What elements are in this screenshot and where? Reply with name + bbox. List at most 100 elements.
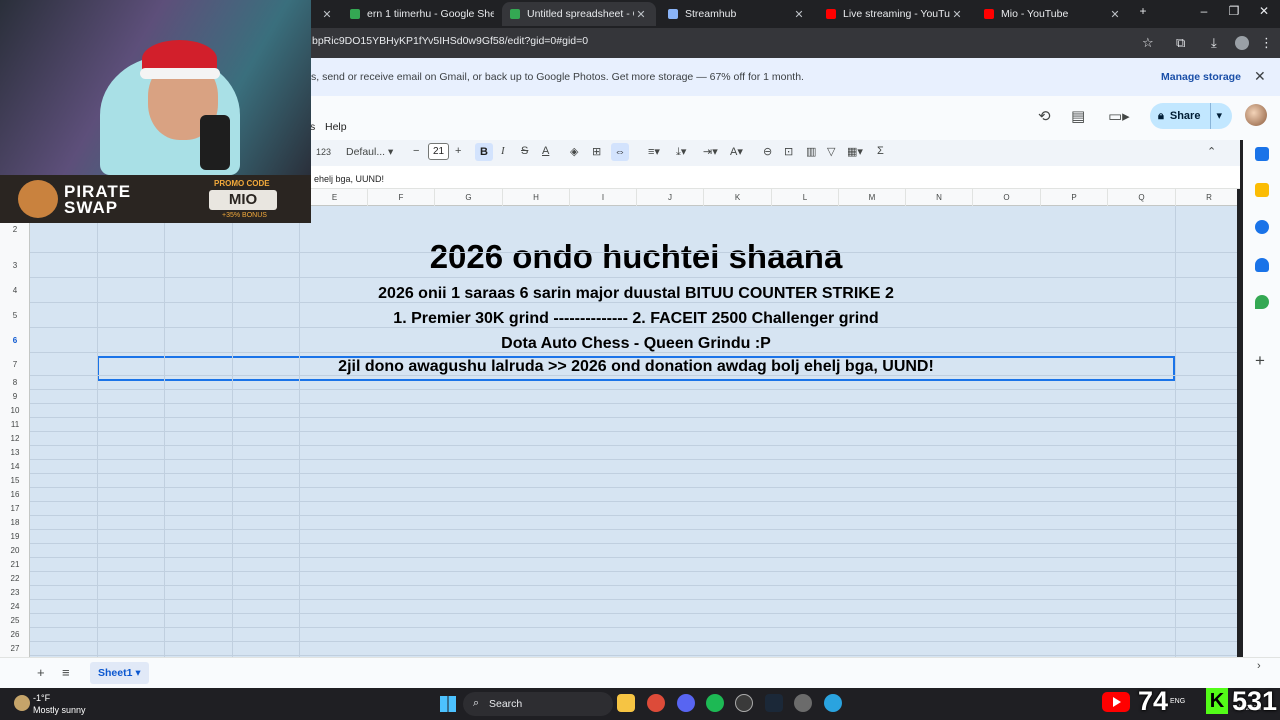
add-sheet-icon[interactable]: + [37,665,45,680]
row-header[interactable]: 25 [0,614,30,628]
minimize-icon[interactable]: – [1189,4,1219,18]
row-header[interactable]: 11 [0,418,30,432]
bold-button[interactable]: B [475,143,493,161]
increase-font-icon[interactable]: + [455,145,461,157]
link-icon[interactable]: ⊖ [763,145,772,158]
row-header[interactable]: 18 [0,516,30,530]
tab-partial[interactable]: ✕ [312,2,342,26]
close-icon[interactable]: ✕ [792,8,806,21]
close-icon[interactable]: ✕ [320,8,334,21]
row-header[interactable]: 22 [0,572,30,586]
steam-icon[interactable] [765,694,783,712]
merged-cell-line-3[interactable]: Dota Auto Chess - Queen Grindu :P [97,335,1175,353]
share-button[interactable]: 🔒︎ Share ▾ [1150,103,1232,129]
align-horizontal-icon[interactable]: ≡▾ [648,145,660,158]
row-header[interactable]: 10 [0,404,30,418]
taskbar-search[interactable]: Search [463,692,613,716]
column-header[interactable]: H [502,189,569,206]
meet-icon[interactable]: ▭▸ [1108,107,1130,125]
maximize-icon[interactable]: ❐ [1219,4,1249,18]
row-header[interactable]: 15 [0,474,30,488]
extensions-icon[interactable]: ⧉ [1176,35,1185,51]
new-tab-icon[interactable]: + [1128,4,1158,18]
discord-icon[interactable] [677,694,695,712]
column-header[interactable]: J [636,189,703,206]
text-color-icon[interactable]: A [542,145,549,157]
window-close-icon[interactable]: ✕ [1249,4,1279,18]
comment-icon[interactable]: ⊡ [784,145,793,158]
align-vertical-icon[interactable]: ⤓▾ [676,145,686,159]
column-header[interactable]: O [972,189,1040,206]
weather-widget[interactable]: -1°F Mostly sunny [33,692,86,716]
column-header[interactable]: G [434,189,502,206]
tab-untitled-spreadsheet[interactable]: Untitled spreadsheet - Google ✕ [502,2,656,26]
menu-item-help[interactable]: Help [325,121,347,133]
more-icon[interactable]: ⋮ [1260,35,1273,51]
column-header[interactable]: K [703,189,771,206]
row-header[interactable]: 27 [0,642,30,656]
merged-cell-line-2[interactable]: 1. Premier 30K grind -------------- 2. F… [97,310,1175,328]
profile-icon[interactable] [1235,36,1249,50]
row-header[interactable]: 26 [0,628,30,642]
chevron-up-icon[interactable]: ⌃ [1207,145,1216,158]
fill-color-icon[interactable]: ◈ [570,145,578,158]
row-header[interactable]: 20 [0,544,30,558]
add-addon-icon[interactable]: + [1255,351,1265,371]
font-select[interactable]: Defaul... ▾ [346,146,393,158]
column-header[interactable]: P [1040,189,1107,206]
chart-icon[interactable]: ▥ [806,145,816,158]
italic-button[interactable]: I [501,145,505,157]
row-header[interactable]: 16 [0,488,30,502]
all-sheets-icon[interactable]: ≡ [62,665,70,680]
row-header[interactable]: 4 [0,278,30,303]
row-header[interactable]: 7 [0,353,30,376]
tab-youtube-studio[interactable]: Live streaming - YouTube Studi ✕ [818,2,972,26]
contacts-icon[interactable] [1255,258,1269,272]
cells-area[interactable]: 2026 ondo huchtei shaana 2026 onii 1 sar… [30,206,1237,657]
number-format-button[interactable]: 123 [316,147,331,157]
telegram-icon[interactable] [824,694,842,712]
chrome-icon[interactable] [647,694,665,712]
filter-views-icon[interactable]: ▦▾ [847,145,863,158]
keep-icon[interactable] [1255,183,1269,197]
formula-content[interactable]: ehelj bga, UUND! [314,174,384,184]
close-icon[interactable]: ✕ [1254,68,1266,85]
avatar[interactable] [1245,104,1267,126]
close-icon[interactable]: ✕ [634,8,648,21]
close-icon[interactable]: ✕ [950,8,964,21]
column-header[interactable]: R [1175,189,1237,206]
row-header[interactable]: 5 [0,303,30,328]
decrease-font-icon[interactable]: − [413,145,419,157]
maps-icon[interactable] [1255,295,1269,309]
history-icon[interactable]: ⟲ [1038,107,1051,125]
language-indicator[interactable]: ENG [1170,698,1185,705]
row-header[interactable]: 8 [0,376,30,390]
weather-icon[interactable] [14,695,30,711]
close-icon[interactable]: ✕ [1108,8,1122,21]
tab-timerhu[interactable]: ern 1 tiimerhu - Google Sheets [342,2,502,26]
merge-cells-icon[interactable]: ⇔ [611,143,629,161]
column-header[interactable]: I [569,189,636,206]
tasks-icon[interactable] [1255,220,1269,234]
file-explorer-icon[interactable] [617,694,635,712]
merged-cell-title[interactable]: 2026 ondo huchtei shaana [97,238,1175,276]
row-header[interactable]: 6 [0,328,30,353]
obs-icon[interactable] [735,694,753,712]
borders-icon[interactable]: ⊞ [592,145,601,158]
row-header[interactable]: 3 [0,253,30,278]
row-header[interactable]: 12 [0,432,30,446]
calendar-icon[interactable] [1255,147,1269,161]
sheet-tab-active[interactable]: Sheet1 ▾ [90,662,149,684]
spotify-icon[interactable] [706,694,724,712]
text-wrap-icon[interactable]: ⇥▾ [703,145,718,158]
filter-icon[interactable]: ▽ [827,145,835,158]
spreadsheet-grid[interactable]: EFGHIJKLMNOPQR 2 3 4 5 6 7 8 9 10 11 12 13 14 15 16 17 1… [0,189,1237,657]
row-header[interactable]: 19 [0,530,30,544]
comments-icon[interactable]: ▤ [1071,107,1085,125]
star-icon[interactable]: ☆ [1142,35,1154,51]
manage-storage-link[interactable]: Manage storage [1161,71,1241,83]
download-icon[interactable]: ⤓ [1211,35,1217,51]
row-header[interactable]: 21 [0,558,30,572]
row-header[interactable]: 14 [0,460,30,474]
settings-icon[interactable] [794,694,812,712]
